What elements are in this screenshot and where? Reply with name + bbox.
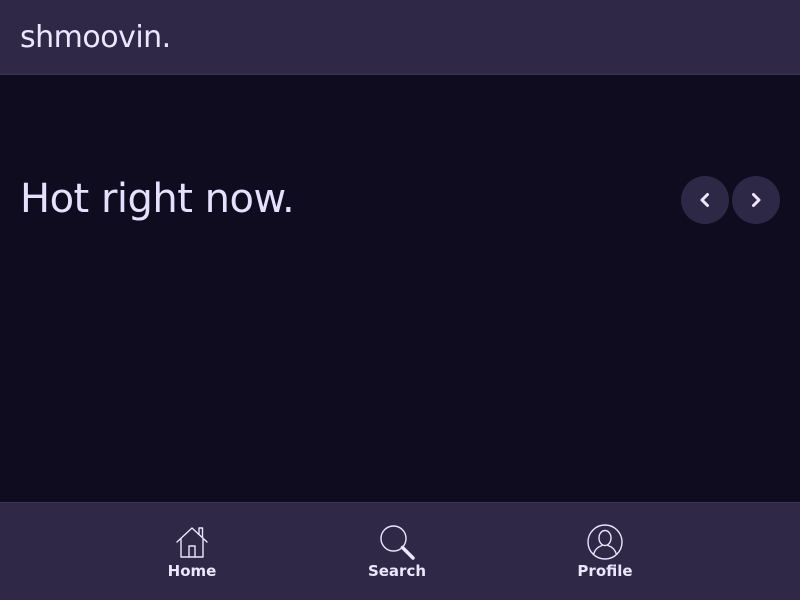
brand-logo[interactable]: shmoovin. [20,19,171,57]
nav-item-search[interactable]: Search [342,523,452,583]
nav-label-home: Home [167,562,217,580]
carousel-prev-button[interactable] [681,176,729,224]
profile-icon [587,524,623,560]
nav-label-search: Search [367,562,427,580]
bottom-nav: Home Search Profile [0,502,800,600]
carousel-next-button[interactable] [732,176,780,224]
main-content: Hot right now. [0,75,800,502]
home-icon [176,527,208,558]
nav-item-home[interactable]: Home [137,523,247,583]
chevron-left-icon [700,193,709,207]
nav-item-profile[interactable]: Profile [550,523,660,583]
nav-label-profile: Profile [577,562,633,580]
search-icon [380,525,415,560]
app-root: shmoovin. Hot right now. Home Search Pro… [0,0,800,600]
chevron-right-icon [752,193,761,207]
top-bar: shmoovin. [0,0,800,75]
section-title: Hot right now. [20,176,295,222]
